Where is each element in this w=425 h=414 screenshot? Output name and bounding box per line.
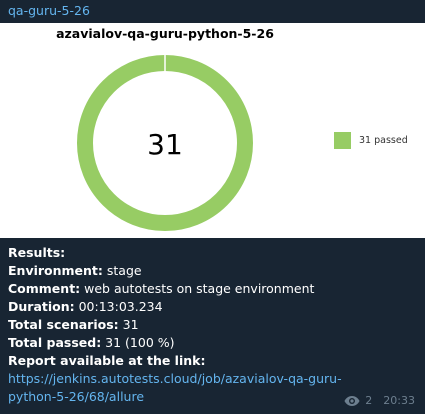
- environment-label: Environment:: [8, 263, 103, 278]
- total-scenarios-line: Total scenarios: 31: [8, 316, 418, 334]
- allure-chart-image[interactable]: azavialov-qa-guru-python-5-26 31 31 pass…: [0, 23, 425, 238]
- total-passed-value: 31 (100 %): [101, 335, 175, 350]
- message-meta: 2 20:33: [344, 394, 415, 407]
- environment-value: stage: [102, 263, 142, 278]
- views-count: 2: [365, 394, 373, 407]
- comment-line: Comment: web autotests on stage environm…: [8, 280, 418, 298]
- legend-swatch-passed: [334, 132, 351, 149]
- duration-value: 00:13:03.234: [74, 299, 163, 314]
- environment-line: Environment: stage: [8, 262, 418, 280]
- channel-title[interactable]: qa-guru-5-26: [8, 2, 90, 20]
- chart-legend: 31 passed: [334, 132, 408, 149]
- total-scenarios-label: Total scenarios:: [8, 317, 119, 332]
- report-label: Report available at the link:: [8, 353, 206, 368]
- report-link-line2[interactable]: python-5-26/68/allure: [8, 389, 144, 404]
- total-scenarios-value: 31: [118, 317, 139, 332]
- duration-label: Duration:: [8, 299, 75, 314]
- donut-chart: 31: [77, 54, 253, 231]
- total-passed-label: Total passed:: [8, 335, 102, 350]
- donut-center-label: 31: [147, 128, 183, 161]
- message-bubble: qa-guru-5-26 azavialov-qa-guru-python-5-…: [0, 0, 425, 414]
- legend-label-passed: 31 passed: [359, 135, 408, 146]
- total-passed-line: Total passed: 31 (100 %): [8, 334, 418, 352]
- eye-icon: [344, 395, 360, 406]
- report-link-line1[interactable]: https://jenkins.autotests.cloud/job/azav…: [8, 371, 342, 386]
- message-time: 20:33: [383, 394, 415, 407]
- comment-value: web autotests on stage environment: [80, 281, 315, 296]
- comment-label: Comment:: [8, 281, 81, 296]
- results-heading: Results:: [8, 245, 66, 260]
- message-text: Results: Environment: stage Comment: web…: [8, 244, 418, 406]
- duration-line: Duration: 00:13:03.234: [8, 298, 418, 316]
